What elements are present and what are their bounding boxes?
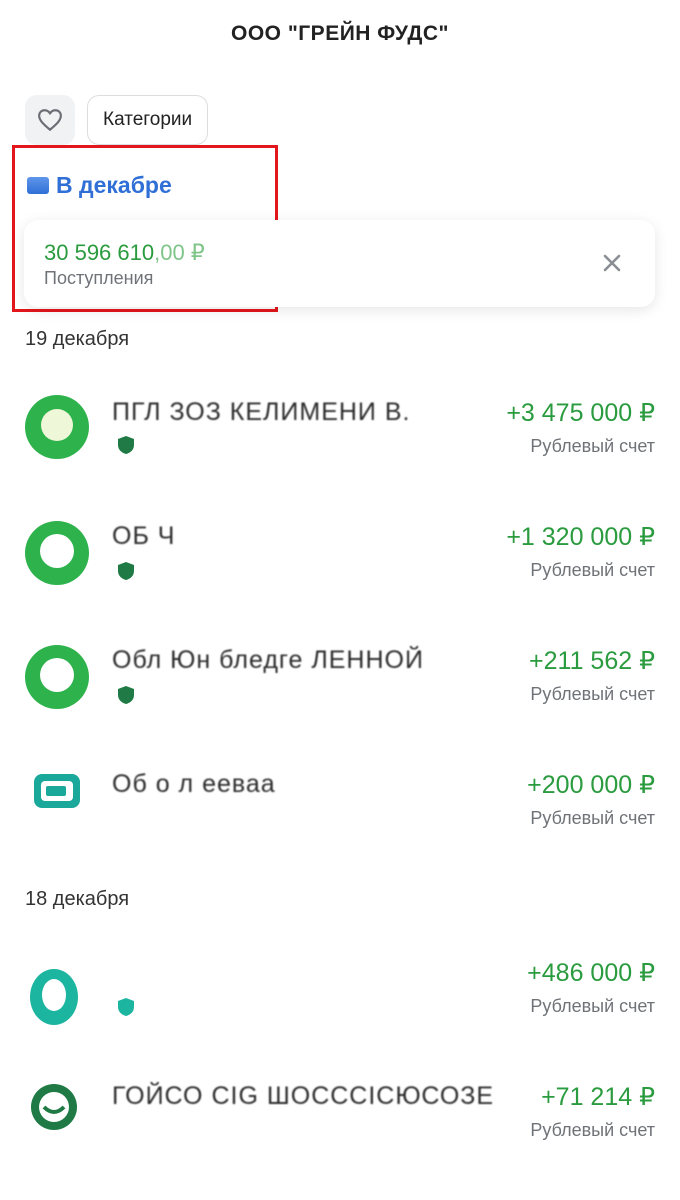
transaction-amount: +3 475 000 ₽ bbox=[506, 399, 655, 427]
shield-icon bbox=[118, 436, 134, 454]
period-selector[interactable]: В декабре bbox=[27, 172, 172, 199]
transaction-amount: +1 320 000 ₽ bbox=[506, 523, 655, 551]
sber-logo-icon bbox=[25, 395, 89, 459]
categories-button[interactable]: Категории bbox=[87, 95, 209, 145]
summary-card[interactable]: 30 596 610,00 ₽ Поступления bbox=[24, 220, 655, 307]
transaction-amount: +200 000 ₽ bbox=[527, 771, 655, 799]
transaction-account: Рублевый счет bbox=[530, 560, 655, 580]
transaction-row[interactable]: ГОЙСО СІG ШОСССІСЮСОЗЕ +71 214 ₽ Рублевы… bbox=[0, 1082, 680, 1192]
transaction-amount: +486 000 ₽ bbox=[527, 959, 655, 987]
summary-amount-main: 30 596 610 bbox=[44, 240, 155, 265]
favorites-button[interactable] bbox=[25, 95, 75, 145]
summary-amount: 30 596 610,00 ₽ bbox=[44, 240, 205, 266]
close-icon bbox=[603, 254, 621, 272]
transaction-account: Рублевый счет bbox=[530, 436, 655, 456]
page-title: ООО "ГРЕЙН ФУДС" bbox=[230, 22, 449, 45]
transaction-row[interactable]: +486 000 ₽ Рублевый счет bbox=[0, 958, 680, 1068]
summary-amount-kopecks: ,00 ₽ bbox=[154, 240, 205, 265]
transaction-account: Рублевый счет bbox=[530, 684, 655, 704]
bank-card-icon bbox=[34, 774, 80, 808]
calendar-card-icon bbox=[27, 177, 49, 194]
day-label: 19 декабря bbox=[25, 328, 130, 350]
counterparty-name: ОБ Ч bbox=[112, 522, 176, 550]
transaction-account: Рублевый счет bbox=[530, 1120, 655, 1140]
counterparty-name: Об о л ееваа bbox=[112, 770, 276, 798]
transaction-account: Рублевый счет bbox=[530, 996, 655, 1016]
sber-logo-icon bbox=[30, 969, 78, 1025]
counterparty-name: Обл Юн бледге ЛЕННОЙ bbox=[112, 646, 424, 674]
counterparty-name: ПГЛ ЗОЗ КЕЛИМЕНИ В. bbox=[112, 398, 411, 426]
day-label: 18 декабря bbox=[25, 888, 130, 910]
counterparty-name: ГОЙСО СІG ШОСССІСЮСОЗЕ bbox=[112, 1082, 495, 1110]
transaction-amount: +211 562 ₽ bbox=[529, 647, 655, 675]
close-button[interactable] bbox=[599, 250, 625, 276]
transaction-account: Рублевый счет bbox=[530, 808, 655, 828]
period-label: В декабре bbox=[56, 172, 172, 198]
transaction-amount: +71 214 ₽ bbox=[541, 1083, 655, 1111]
summary-label: Поступления bbox=[44, 268, 154, 288]
sber-logo-icon bbox=[31, 1084, 77, 1130]
transaction-row[interactable]: Обл Юн бледге ЛЕННОЙ +211 562 ₽ Рублевый… bbox=[0, 645, 680, 756]
sber-logo-icon bbox=[25, 521, 89, 585]
shield-icon bbox=[118, 998, 134, 1016]
heart-icon bbox=[38, 109, 62, 131]
transaction-row[interactable]: Об о л ееваа +200 000 ₽ Рублевый счет bbox=[0, 770, 680, 880]
sber-logo-icon bbox=[25, 645, 89, 709]
filter-bar: Категории bbox=[25, 95, 209, 145]
transaction-row[interactable]: ПГЛ ЗОЗ КЕЛИМЕНИ В. +3 475 000 ₽ Рублевы… bbox=[0, 395, 680, 508]
shield-icon bbox=[118, 562, 134, 580]
transaction-row[interactable]: ОБ Ч +1 320 000 ₽ Рублевый счет bbox=[0, 521, 680, 632]
shield-icon bbox=[118, 686, 134, 704]
